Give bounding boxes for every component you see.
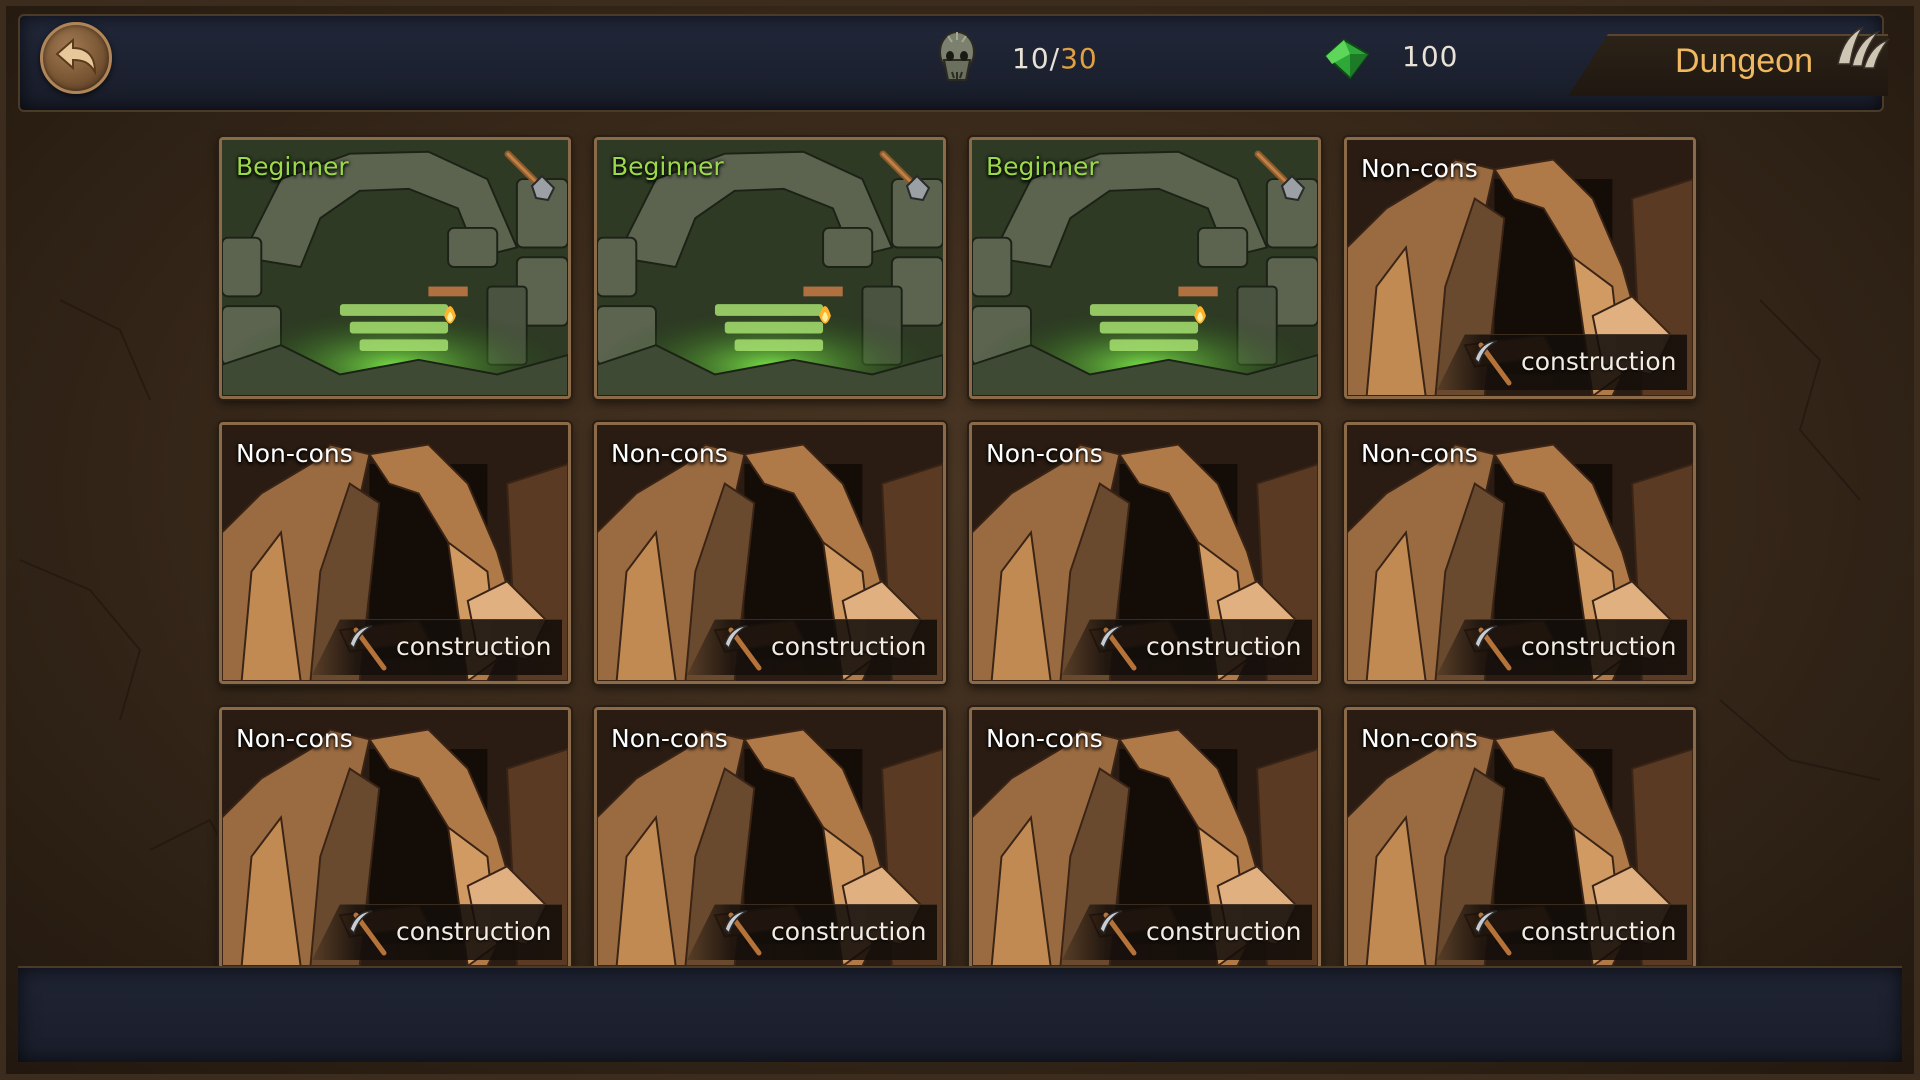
dungeon-slot-locked[interactable]: Non-cons construction: [594, 422, 946, 684]
claw-icon: [1837, 26, 1890, 69]
construction-label: construction: [1521, 917, 1677, 946]
bottom-bar: [18, 966, 1902, 1062]
slot-label: Beginner: [611, 152, 724, 181]
construction-label: construction: [396, 917, 552, 946]
construction-button[interactable]: construction: [1437, 619, 1687, 675]
slot-label: Non-cons: [986, 724, 1103, 753]
pickaxe-icon: [349, 625, 387, 671]
construction-button[interactable]: construction: [1062, 904, 1312, 960]
pickaxe-icon: [1099, 910, 1137, 956]
slot-label: Non-cons: [611, 724, 728, 753]
back-button[interactable]: [40, 22, 112, 94]
pickaxe-icon: [724, 625, 762, 671]
pickaxe-icon: [1474, 340, 1512, 386]
construction-label: construction: [396, 632, 552, 661]
monster-max: 30: [1060, 42, 1098, 75]
shovel-icon: [1254, 150, 1306, 202]
pickaxe-icon: [724, 910, 762, 956]
dungeon-slot-locked[interactable]: Non-cons construction: [594, 707, 946, 969]
dungeon-slot-beginner[interactable]: Beginner: [219, 137, 571, 399]
back-arrow-icon: [55, 38, 97, 76]
shovel-icon: [879, 150, 931, 202]
construction-label: construction: [1521, 347, 1677, 376]
dungeon-slot-locked[interactable]: Non-cons construction: [1344, 422, 1696, 684]
construction-button[interactable]: construction: [687, 904, 937, 960]
dungeon-slot-locked[interactable]: Non-cons construction: [969, 707, 1321, 969]
skull-icon: [939, 31, 975, 81]
slot-label: Non-cons: [1361, 154, 1478, 183]
dungeon-slot-beginner[interactable]: Beginner: [969, 137, 1321, 399]
page-title: Dungeon: [1674, 42, 1813, 80]
monster-count: 10/30: [1012, 42, 1098, 75]
dungeon-slot-locked[interactable]: Non-cons construction: [1344, 137, 1696, 399]
pickaxe-icon: [1099, 625, 1137, 671]
construction-label: construction: [1146, 632, 1302, 661]
monster-separator: /: [1049, 42, 1061, 75]
slot-label: Beginner: [986, 152, 1099, 181]
pickaxe-icon: [1474, 625, 1512, 671]
construction-button[interactable]: construction: [312, 619, 562, 675]
dungeon-slot-beginner[interactable]: Beginner: [594, 137, 946, 399]
slot-label: Non-cons: [986, 439, 1103, 468]
construction-button[interactable]: construction: [1062, 619, 1312, 675]
construction-button[interactable]: construction: [1437, 334, 1687, 390]
construction-label: construction: [771, 917, 927, 946]
pickaxe-icon: [1474, 910, 1512, 956]
green-gem-icon: [1324, 38, 1370, 80]
gem-count: 100: [1402, 40, 1459, 73]
slot-label: Non-cons: [611, 439, 728, 468]
construction-label: construction: [1146, 917, 1302, 946]
slot-label: Non-cons: [1361, 439, 1478, 468]
dungeon-slot-locked[interactable]: Non-cons construction: [1344, 707, 1696, 969]
slot-label: Non-cons: [236, 439, 353, 468]
slot-label: Non-cons: [236, 724, 353, 753]
slot-label: Non-cons: [1361, 724, 1478, 753]
dungeon-slot-grid: Beginner Beginner Beginner Non-cons cons…: [219, 137, 1696, 969]
shovel-icon: [504, 150, 556, 202]
construction-label: construction: [1521, 632, 1677, 661]
pickaxe-icon: [349, 910, 387, 956]
dungeon-slot-locked[interactable]: Non-cons construction: [219, 422, 571, 684]
dungeon-slot-locked[interactable]: Non-cons construction: [219, 707, 571, 969]
construction-button[interactable]: construction: [1437, 904, 1687, 960]
slot-label: Beginner: [236, 152, 349, 181]
construction-label: construction: [771, 632, 927, 661]
monster-current: 10: [1012, 42, 1050, 75]
dungeon-slot-locked[interactable]: Non-cons construction: [969, 422, 1321, 684]
construction-button[interactable]: construction: [687, 619, 937, 675]
construction-button[interactable]: construction: [312, 904, 562, 960]
